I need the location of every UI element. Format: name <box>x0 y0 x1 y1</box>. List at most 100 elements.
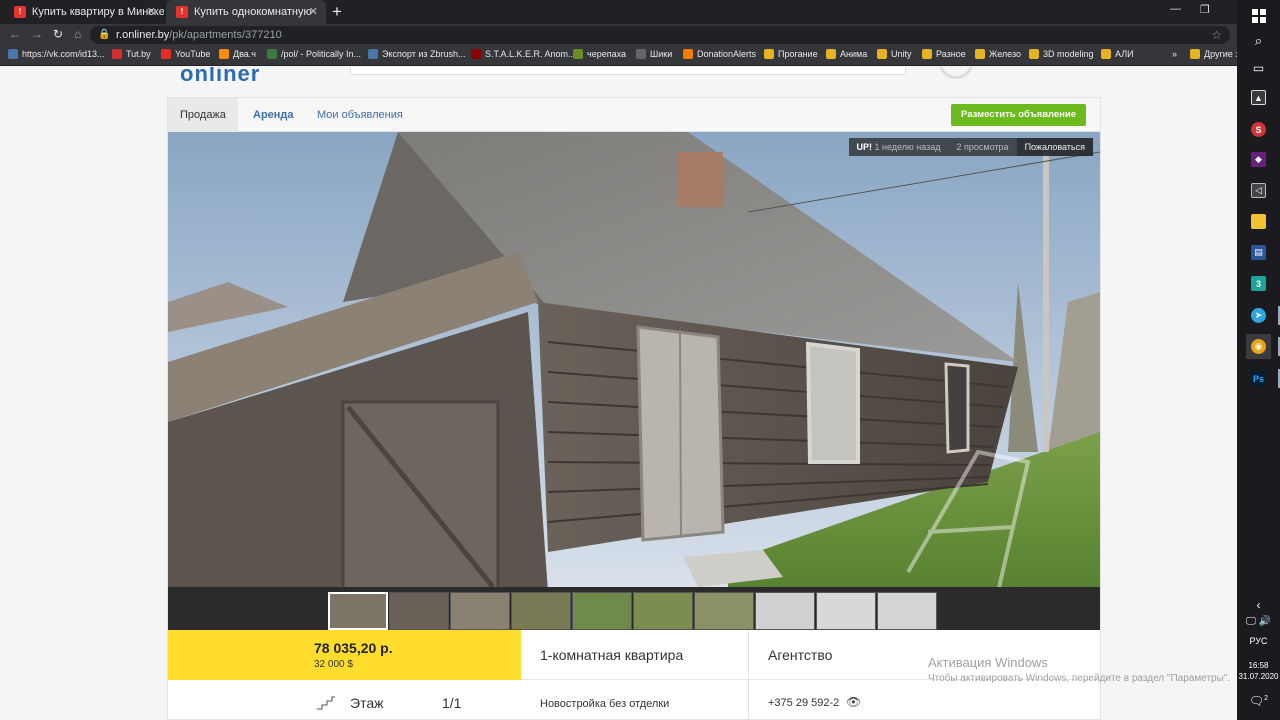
photos-icon: ▲ <box>1251 90 1266 105</box>
taskbar-app-ps[interactable]: Ps <box>1246 366 1280 391</box>
chrome-icon: ◉ <box>1251 339 1266 354</box>
vk-icon <box>8 49 18 59</box>
app-blue-icon: ▤ <box>1251 245 1266 260</box>
browser-tab-2[interactable]: ! Купить однокомнатную квартир ✕ <box>166 0 326 24</box>
photo-thumbnail[interactable] <box>450 592 510 630</box>
pol-icon <box>267 49 277 59</box>
bookmark-item[interactable]: АЛИ <box>1101 49 1134 59</box>
youtube-icon <box>161 49 171 59</box>
dvach-icon <box>219 49 229 59</box>
bookmarks-bar: » Другие з https://vk.com/id13... Tut.by Y… <box>0 46 1237 66</box>
taskbar-app-chrome[interactable]: ◉ <box>1246 334 1280 359</box>
close-icon[interactable]: ✕ <box>309 5 318 18</box>
network-volume-icon[interactable]: 🖵 🔊 <box>1237 616 1280 627</box>
bookmark-item[interactable]: черепаха <box>573 49 626 59</box>
restore-icon[interactable]: ❐ <box>1200 3 1210 16</box>
reload-icon[interactable]: ↻ <box>53 27 63 41</box>
listing-photo[interactable]: UP! 1 неделю назад 2 просмотра Пожаловат… <box>168 132 1100 630</box>
photo-thumbnail[interactable] <box>572 592 632 630</box>
back-icon[interactable]: ← <box>9 27 21 41</box>
forward-icon[interactable]: → <box>31 27 43 41</box>
photo-thumbnail[interactable] <box>633 592 693 630</box>
taskbar-app-vs[interactable]: ◆ <box>1246 147 1271 172</box>
bookmark-item[interactable]: Железо <box>975 49 1021 59</box>
report-button[interactable]: Пожаловаться <box>1016 138 1093 156</box>
windows-taskbar: ⌕ ▭ ▲ S ◆ ◁ ▤ 3 ➤ ◉ Ps ‹ 🖵 🔊 РУС 16:58 3… <box>1237 0 1280 720</box>
tab-strip: ! Купить квартиру в Минске ✕ ! Купить од… <box>0 0 1237 24</box>
bookmark-item[interactable]: Прогание <box>764 49 818 59</box>
site-search-input[interactable] <box>350 67 906 75</box>
tab-sale[interactable]: Продажа <box>168 98 238 132</box>
bookmark-item[interactable]: Экспорт из Zbrush... <box>368 49 465 59</box>
onliner-logo[interactable]: onliner <box>180 67 260 87</box>
listing-card: Продажа Аренда Мои объявления Разместить… <box>167 97 1101 720</box>
url-path: /pk/apartments/377210 <box>169 29 282 41</box>
taskbar-app-red[interactable]: S <box>1246 117 1271 142</box>
photoshop-icon: Ps <box>1251 371 1266 386</box>
bookmark-item[interactable]: Два.ч <box>219 49 256 59</box>
bookmark-item[interactable]: Шики <box>636 49 672 59</box>
photo-thumbnail[interactable] <box>389 592 449 630</box>
taskbar-app-photos[interactable]: ▲ <box>1246 85 1271 110</box>
bookmark-item[interactable]: /pol/ - Politically In... <box>267 49 361 59</box>
stairs-icon <box>317 696 335 710</box>
phone-number[interactable]: +375 29 592-2 <box>768 697 839 709</box>
onliner-favicon-icon: ! <box>176 6 188 18</box>
new-tab-button[interactable]: + <box>332 2 342 22</box>
other-bookmarks-button[interactable]: Другие з <box>1190 49 1237 59</box>
task-view-icon[interactable]: ▭ <box>1246 55 1271 80</box>
start-button[interactable] <box>1246 3 1271 28</box>
listing-stats: UP! 1 неделю назад 2 просмотра Пожаловат… <box>848 138 1093 156</box>
bookmark-item[interactable]: 3D modeling <box>1029 49 1094 59</box>
photo-thumbnail[interactable] <box>511 592 571 630</box>
folder-icon <box>764 49 774 59</box>
post-ad-button[interactable]: Разместить объявление <box>951 104 1086 126</box>
clock-time[interactable]: 16:58 <box>1237 661 1280 670</box>
language-indicator[interactable]: РУС <box>1237 636 1280 646</box>
taskbar-app-3ds[interactable]: 3 <box>1246 271 1271 296</box>
bookmark-item[interactable]: Unity <box>877 49 912 59</box>
photo-thumbnail[interactable] <box>755 592 815 630</box>
floor-label: Этаж <box>350 695 384 711</box>
show-phone-eye-icon[interactable]: 👁 <box>846 695 861 709</box>
bookmark-item[interactable]: YouTube <box>161 49 210 59</box>
close-icon[interactable]: ✕ <box>147 5 156 18</box>
unity-icon: ◁ <box>1251 183 1266 198</box>
browser-tab-1[interactable]: ! Купить квартиру в Минске ✕ <box>4 0 164 24</box>
bookmark-item[interactable]: DonationAlerts <box>683 49 756 59</box>
listing-tabs: Продажа Аренда Мои объявления Разместить… <box>168 98 1100 132</box>
house-photo <box>168 132 1100 630</box>
bookmark-item[interactable]: S.T.A.L.K.E.R. Anom... <box>471 49 576 59</box>
bookmark-item[interactable]: https://vk.com/id13... <box>8 49 105 59</box>
windows-logo-icon <box>1251 8 1266 23</box>
donationalerts-icon <box>683 49 693 59</box>
bookmarks-more-button[interactable]: » <box>1172 49 1177 59</box>
clock-date[interactable]: 31.07.2020 <box>1237 672 1280 681</box>
url-host: r.onliner.by <box>116 29 170 41</box>
search-icon[interactable]: ⌕ <box>1246 28 1271 53</box>
photo-thumbnail[interactable] <box>816 592 876 630</box>
bookmark-item[interactable]: Анима <box>826 49 867 59</box>
taskbar-app-telegram[interactable]: ➤ <box>1246 303 1280 328</box>
show-hidden-icons-chevron-icon[interactable]: ‹ <box>1237 598 1280 612</box>
bookmark-star-icon[interactable]: ☆ <box>1211 28 1222 42</box>
onliner-favicon-icon: ! <box>14 6 26 18</box>
taskbar-app-explorer[interactable] <box>1246 209 1271 234</box>
tab-rent[interactable]: Аренда <box>241 98 306 132</box>
taskbar-app-blue[interactable]: ▤ <box>1246 240 1271 265</box>
minimize-icon[interactable]: — <box>1170 3 1181 15</box>
price-usd: 32 000 $ <box>314 659 353 670</box>
photo-thumbnail[interactable] <box>328 592 388 630</box>
folder-icon <box>877 49 887 59</box>
address-bar[interactable]: 🔒 r.onliner.by/pk/apartments/377210 ☆ <box>90 26 1230 44</box>
loading-indicator <box>938 67 974 79</box>
views-count: 2 просмотра <box>948 138 1017 156</box>
bookmark-item[interactable]: Разное <box>922 49 966 59</box>
home-icon[interactable]: ⌂ <box>74 27 81 41</box>
notifications-icon[interactable]: 🗨2 <box>1237 694 1280 708</box>
tab-my-ads[interactable]: Мои объявления <box>305 98 415 132</box>
bookmark-item[interactable]: Tut.by <box>112 49 151 59</box>
photo-thumbnail[interactable] <box>877 592 937 630</box>
taskbar-app-unity[interactable]: ◁ <box>1246 178 1271 203</box>
photo-thumbnail[interactable] <box>694 592 754 630</box>
